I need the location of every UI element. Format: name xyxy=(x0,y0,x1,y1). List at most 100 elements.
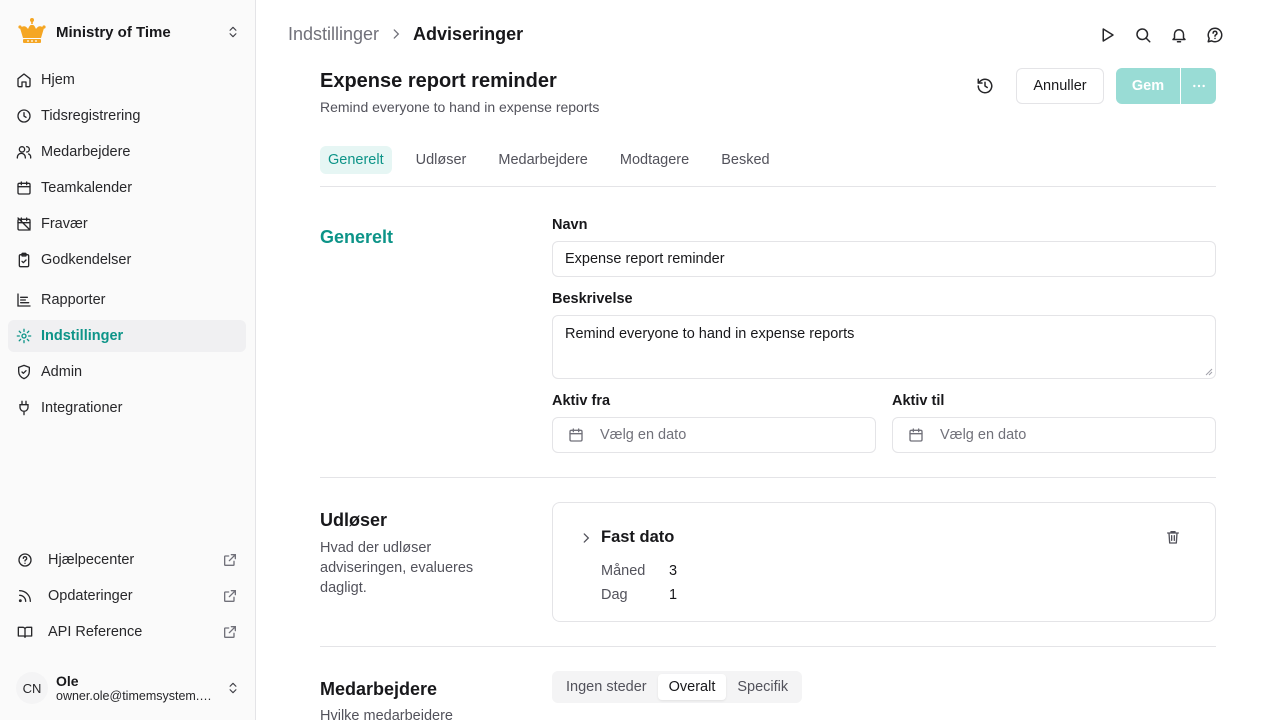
org-switcher[interactable]: Ministry of Time xyxy=(16,16,240,48)
more-horizontal-icon xyxy=(1192,84,1205,88)
trigger-day-row: Dag 1 xyxy=(601,587,677,603)
sidebar-item-label: Teamkalender xyxy=(41,180,133,196)
chart-icon xyxy=(17,293,31,307)
tab-udloser[interactable]: Udløser xyxy=(408,146,475,174)
chevrons-up-down-icon xyxy=(229,682,237,694)
description-label: Beskrivelse xyxy=(552,291,633,307)
book-icon xyxy=(17,626,33,638)
employees-scope-toggle: Ingen steder Overalt Specifik xyxy=(552,671,803,703)
name-field[interactable]: Expense report reminder xyxy=(552,241,1216,277)
sidebar-link-hjaelpecenter[interactable]: Hjælpecenter xyxy=(8,544,246,576)
sidebar-item-hjem[interactable]: Hjem xyxy=(8,64,246,96)
calendar-icon xyxy=(569,428,583,442)
chevron-right-icon xyxy=(393,29,400,39)
save-more-button[interactable] xyxy=(1181,68,1216,104)
employees-section-title: Medarbejdere xyxy=(320,679,438,699)
users-icon xyxy=(16,146,32,159)
trigger-section-title: Udløser xyxy=(320,510,388,530)
sidebar-item-label: Medarbejdere xyxy=(41,144,131,160)
user-name: Ole xyxy=(56,673,79,689)
sidebar-item-admin[interactable]: Admin xyxy=(8,356,246,388)
sidebar-item-rapporter[interactable]: Rapporter xyxy=(8,284,246,316)
sidebar-item-tidsregistrering[interactable]: Tidsregistrering xyxy=(8,100,246,132)
sidebar-link-label: Hjælpecenter xyxy=(48,552,135,568)
description-value: Remind everyone to hand in expense repor… xyxy=(565,326,855,342)
sidebar-item-label: Rapporter xyxy=(41,292,106,308)
active-from-label: Aktiv fra xyxy=(552,393,611,409)
divider xyxy=(320,646,1216,647)
shield-icon xyxy=(18,364,30,380)
date-placeholder: Vælg en dato xyxy=(940,427,1027,443)
search-icon[interactable] xyxy=(1134,26,1152,44)
page-title: Expense report reminder xyxy=(320,70,557,92)
month-label: Måned xyxy=(601,563,646,579)
breadcrumb-parent[interactable]: Indstillinger xyxy=(288,24,379,45)
sidebar-item-label: Integrationer xyxy=(41,400,123,416)
trash-icon[interactable] xyxy=(1165,529,1181,545)
user-menu[interactable]: CN Ole owner.ole@timemsystem.dk xyxy=(16,668,240,708)
active-to-label: Aktiv til xyxy=(892,393,945,409)
chevrons-up-down-icon xyxy=(229,26,237,38)
history-icon[interactable] xyxy=(976,77,994,95)
scope-option-everywhere[interactable]: Overalt xyxy=(657,674,727,700)
resize-handle-icon[interactable] xyxy=(1205,368,1213,376)
employees-section-description: Hvilke medarbejdere xyxy=(320,708,453,720)
sidebar: Ministry of Time Hjem Tidsregistrering M… xyxy=(0,0,256,720)
play-icon[interactable] xyxy=(1098,26,1116,44)
trigger-month-row: Måned 3 xyxy=(601,563,677,579)
tab-medarbejdere[interactable]: Medarbejdere xyxy=(490,146,595,174)
sidebar-item-godkendelser[interactable]: Godkendelser xyxy=(8,244,246,276)
sidebar-item-label: Hjem xyxy=(41,72,75,88)
gear-icon xyxy=(16,328,32,344)
day-value: 1 xyxy=(669,587,678,603)
avatar: CN xyxy=(16,672,48,704)
calendar-off-icon xyxy=(17,217,31,231)
divider xyxy=(320,477,1216,478)
sidebar-item-integrationer[interactable]: Integrationer xyxy=(8,392,246,424)
tab-besked[interactable]: Besked xyxy=(713,146,777,174)
calendar-icon xyxy=(17,181,31,195)
sidebar-item-teamkalender[interactable]: Teamkalender xyxy=(8,172,246,204)
top-actions xyxy=(1080,26,1224,44)
sidebar-link-api-reference[interactable]: API Reference xyxy=(8,616,246,648)
sidebar-item-label: Indstillinger xyxy=(41,328,124,344)
description-field[interactable]: Remind everyone to hand in expense repor… xyxy=(552,315,1216,379)
sidebar-item-label: Fravær xyxy=(41,216,88,232)
clock-icon xyxy=(17,109,31,123)
help-circle-icon xyxy=(18,553,32,567)
scope-option-none[interactable]: Ingen steder xyxy=(555,674,658,700)
page-subtitle: Remind everyone to hand in expense repor… xyxy=(320,99,600,115)
sidebar-link-label: Opdateringer xyxy=(48,588,133,604)
scope-option-specific[interactable]: Specifik xyxy=(726,674,799,700)
breadcrumb: Indstillinger Adviseringer xyxy=(288,22,523,46)
name-label: Navn xyxy=(552,217,588,233)
date-placeholder: Vælg en dato xyxy=(600,427,687,443)
trigger-section-description: Hvad der udløser adviseringen, evalueres… xyxy=(320,540,474,596)
sidebar-item-indstillinger[interactable]: Indstillinger xyxy=(8,320,246,352)
home-icon xyxy=(17,73,31,88)
active-from-datepicker[interactable]: Vælg en dato xyxy=(552,417,876,453)
calendar-icon xyxy=(909,428,923,442)
chevron-right-icon[interactable] xyxy=(579,531,593,545)
sidebar-item-medarbejdere[interactable]: Medarbejdere xyxy=(8,136,246,168)
sidebar-link-opdateringer[interactable]: Opdateringer xyxy=(8,580,246,612)
general-section-title: Generelt xyxy=(320,227,394,247)
sidebar-item-fravaer[interactable]: Fravær xyxy=(8,208,246,240)
sidebar-item-label: Admin xyxy=(41,364,83,380)
bell-icon[interactable] xyxy=(1170,26,1188,44)
tab-modtagere[interactable]: Modtagere xyxy=(612,146,697,174)
sidebar-item-label: Godkendelser xyxy=(41,252,132,268)
rss-icon xyxy=(18,590,31,603)
divider xyxy=(320,186,1216,187)
cancel-button[interactable]: Annuller xyxy=(1016,68,1104,104)
breadcrumb-current: Adviseringer xyxy=(413,23,524,44)
tabs: Generelt Udløser Medarbejdere Modtagere … xyxy=(320,146,794,174)
save-button[interactable]: Gem xyxy=(1116,68,1180,104)
trigger-card: Fast dato Måned 3 Dag 1 xyxy=(552,502,1216,622)
help-chat-icon[interactable] xyxy=(1206,26,1224,44)
active-to-datepicker[interactable]: Vælg en dato xyxy=(892,417,1216,453)
trigger-title[interactable]: Fast dato xyxy=(601,528,674,547)
plug-icon xyxy=(19,400,29,416)
tab-generelt[interactable]: Generelt xyxy=(320,146,392,174)
org-name: Ministry of Time xyxy=(56,23,171,41)
